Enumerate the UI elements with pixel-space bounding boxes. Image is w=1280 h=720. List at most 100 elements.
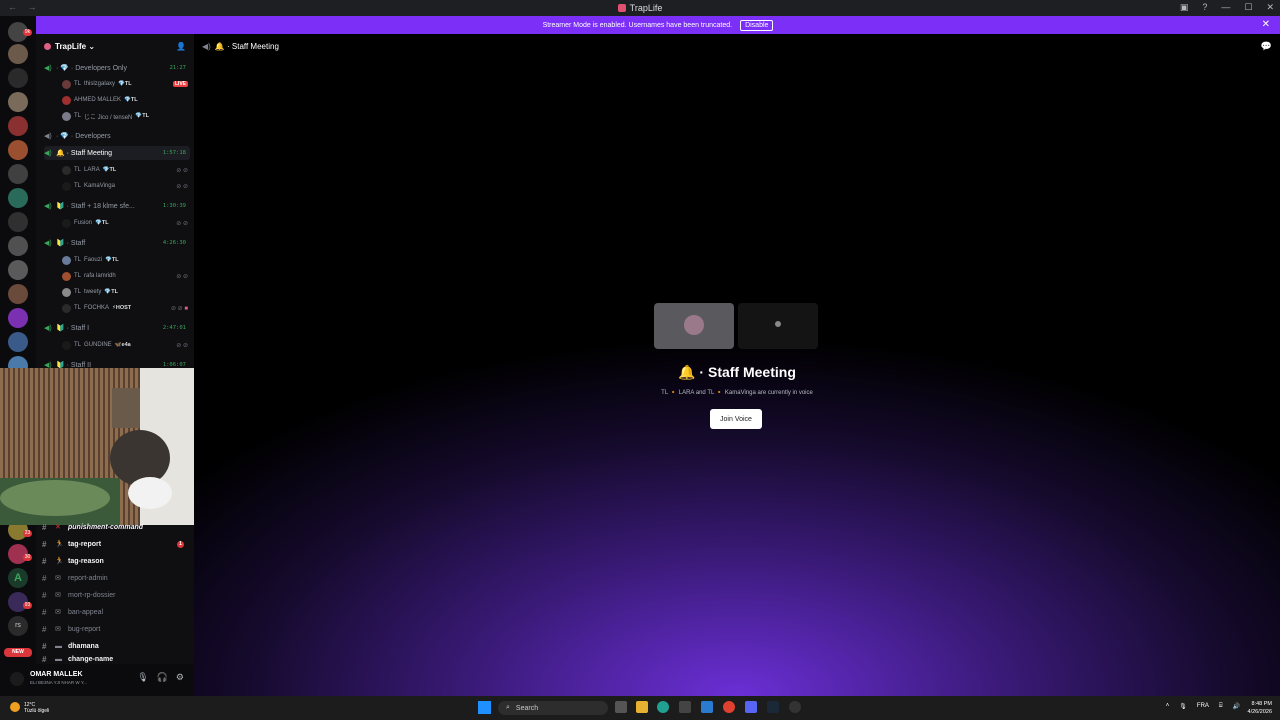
server-icon[interactable] [8,140,28,160]
server-icon-rs[interactable]: rs [8,616,28,636]
voice-user[interactable]: TL Faouzi 💎TL [62,253,190,267]
server-icon[interactable] [8,116,28,136]
help-icon[interactable]: ? [1202,2,1207,13]
server-icon[interactable] [8,92,28,112]
minimize-icon[interactable]: — [1221,2,1230,13]
muted-deafened-icon: ⊘ ⊘ [176,220,188,227]
settings-gear-icon[interactable]: ⚙ [176,672,184,683]
mic-tray-icon[interactable]: 🎙 [1179,703,1187,710]
voice-user[interactable]: TL FOCHKA ⚡HOST ⊘ ⊘ ■ [62,301,190,315]
voice-channel-label: · 💎 · Developers Only [56,65,127,72]
nav-arrows[interactable]: ← → [8,2,41,12]
participant-tile[interactable] [654,303,734,349]
channel-label: report-admin [68,574,108,582]
discord-icon[interactable] [745,701,757,713]
server-icon[interactable] [8,284,28,304]
microphone-icon[interactable]: 🎙 [137,672,148,683]
text-channel-punishment-command[interactable]: # ✕ punishment-command [42,519,192,535]
voice-user[interactable]: AHMED MALLEK 💎TL [62,93,190,107]
voice-user[interactable]: TL LARA 💎TL ⊘ ⊘ [62,163,190,177]
server-icon[interactable] [8,68,28,88]
server-icon[interactable] [8,212,28,232]
voice-channel-developers-only[interactable]: ◀) · 💎 · Developers Only 21:27 [44,61,190,75]
voice-channel-staff-18[interactable]: ◀) 🔰 · Staff + 18 klme sfe... 1:30:39 [44,199,190,213]
text-channel-tag-report[interactable]: # 🏃 tag-report 1 [42,536,192,552]
taskbar-clock[interactable]: 8:48 PM 4/26/2026 [1248,700,1272,716]
vscode-icon[interactable] [701,701,713,713]
store-icon[interactable] [679,701,691,713]
new-badge[interactable]: NEW [4,648,32,657]
chrome-icon[interactable] [723,701,735,713]
server-icon[interactable] [8,236,28,256]
user-prefix: TL [74,167,82,173]
user-name: thislzgalaxy [84,81,116,87]
server-icon[interactable] [8,332,28,352]
app-icon[interactable] [789,701,801,713]
avatar [62,181,71,191]
channel-header-title: 🔔 · Staff Meeting [214,41,279,51]
voice-user[interactable]: TL tweety 💎TL [62,285,190,299]
speaker-icon: ◀) [202,41,211,51]
voice-channel-staff-i[interactable]: ◀) 🔰 · Staff I 2:47:01 [44,321,190,335]
maximize-icon[interactable]: ☐ [1244,2,1252,13]
edge-icon[interactable] [657,701,669,713]
voice-user[interactable]: TL thislzgalaxy 💎TL LIVE [62,77,190,91]
banner-text: Streamer Mode is enabled. Usernames have… [542,21,733,29]
text-channel-dhamana[interactable]: # ▬ dhamana [42,638,192,654]
voice-user[interactable]: TL GUNDINE 🦋e4a ⊘ ⊘ [62,338,190,352]
task-view-icon[interactable] [615,701,627,713]
hash-icon: # [42,655,47,664]
voice-user[interactable]: TL じこ Jico / tenseN 💎TL [62,109,190,123]
steam-icon[interactable] [767,701,779,713]
user-avatar[interactable] [10,672,24,686]
join-voice-button[interactable]: Join Voice [710,409,762,429]
voice-channel-developers[interactable]: ◀) · 💎 · Developers [44,129,190,143]
inbox-icon[interactable]: ▣ [1180,2,1189,13]
voice-user[interactable]: Fusion 💎TL ⊘ ⊘ [62,216,190,230]
disable-streamer-button[interactable]: Disable [740,19,774,31]
guild-header[interactable]: TrapLife ⌄ 👤 [36,34,194,58]
windows-start-icon[interactable] [478,701,491,714]
close-window-icon[interactable]: ✕ [1266,2,1274,13]
voice-user[interactable]: TL KamaVinga ⊘ ⊘ [62,179,190,193]
network-icon[interactable]: ⌸ [1219,703,1223,710]
user-prefix: TL [74,289,82,295]
channel-label: ban-appeal [68,608,104,616]
server-icon-a[interactable]: A [8,568,28,588]
text-channel-report-admin[interactable]: # ✉ report-admin [42,570,192,586]
server-icon[interactable] [8,188,28,208]
taskbar-search[interactable]: ⌕ Search [498,701,608,715]
envelope-icon: ✉ [55,592,61,599]
voice-channel-timer: 1:57:18 [162,150,186,156]
file-explorer-icon[interactable] [636,701,648,713]
muted-deafened-icon: ⊘ ⊘ [176,167,188,174]
text-channel-tag-reason[interactable]: # 🏃 tag-reason [42,553,192,569]
server-icon[interactable] [8,164,28,184]
window-controls: ▣ ? — ☐ ✕ [1180,2,1274,13]
text-channel-bug-report[interactable]: # ✉ bug-report [42,621,192,637]
participant-tile[interactable] [738,303,818,349]
voice-user[interactable]: TL rafa lamridh ⊘ ⊘ [62,269,190,283]
add-friend-icon[interactable]: 👤 [176,42,186,51]
search-icon: ⌕ [506,704,510,711]
text-channel-ban-appeal[interactable]: # ✉ ban-appeal [42,604,192,620]
language-indicator[interactable]: FRA [1197,703,1209,710]
text-channel-change-name[interactable]: # ▬ change-name [42,655,192,664]
user-tag: 💎TL [95,220,109,226]
clock-time: 8:48 PM [1251,701,1272,707]
voice-channel-label: 🔔 · Staff Meeting [56,150,113,157]
voice-channel-staff[interactable]: ◀) 🔰 · Staff 4:26:30 [44,236,190,250]
chat-bubble-icon[interactable]: 💬 [1261,41,1272,52]
volume-icon[interactable]: 🔊 [1233,703,1240,710]
user-prefix: TL [74,342,82,348]
server-icon[interactable] [8,308,28,328]
weather-widget[interactable]: 12°C Tüzlü ölgeli [10,702,49,714]
user-name: KamaVinga [84,183,115,189]
text-channel-mort-rp-dossier[interactable]: # ✉ mort-rp-dossier [42,587,192,603]
headphones-icon[interactable]: 🎧 [157,672,168,683]
voice-channel-staff-meeting[interactable]: ◀) 🔔 · Staff Meeting 1:57:18 [44,146,190,160]
server-icon[interactable] [8,44,28,64]
chevron-up-icon[interactable]: ˄ [1166,703,1170,710]
banner-close-icon[interactable]: ✕ [1262,19,1270,30]
server-icon[interactable] [8,260,28,280]
